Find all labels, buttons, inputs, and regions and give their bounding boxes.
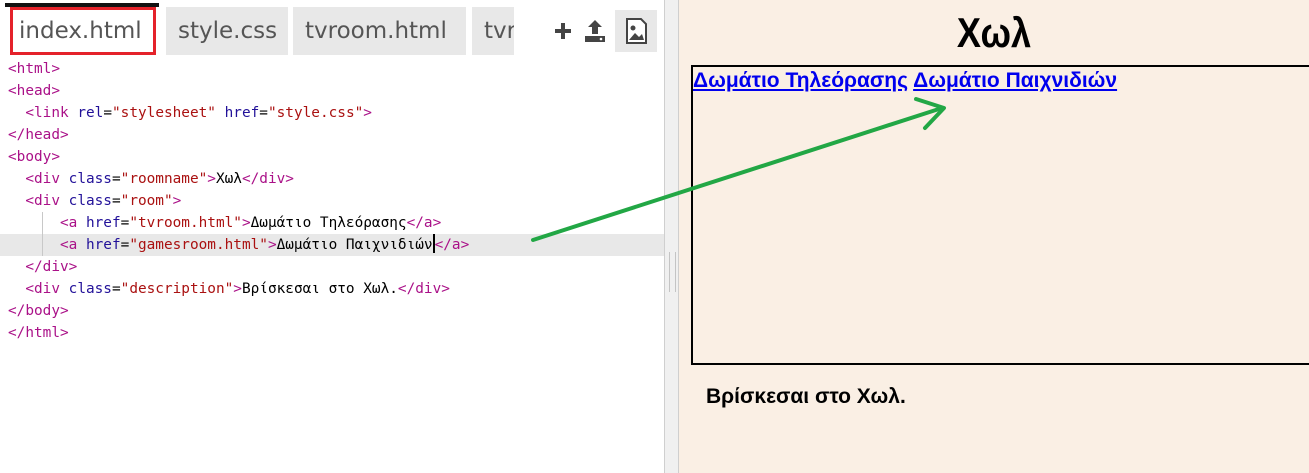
preview-roomname: Χωλ bbox=[956, 9, 1032, 56]
splitter-grip[interactable] bbox=[669, 252, 676, 292]
preview-room-box: Δωμάτιο Τηλεόρασης Δωμάτιο Παιχνιδιών bbox=[691, 65, 1309, 365]
tvroom-link[interactable]: Δωμάτιο Τηλεόρασης bbox=[693, 69, 908, 92]
gamesroom-link[interactable]: Δωμάτιο Παιχνιδιών bbox=[913, 69, 1117, 92]
code-area[interactable]: <html> <head> <link rel="stylesheet" href… bbox=[0, 58, 666, 344]
code-editor-pane: index.html style.css tvroom.html tvr <ht… bbox=[0, 0, 666, 473]
code-line[interactable]: <a href="gamesroom.html">Δωμάτιο Παιχνιδ… bbox=[0, 234, 666, 256]
tab-index-html[interactable]: index.html bbox=[10, 7, 156, 55]
preview-pane: Χωλ Δωμάτιο Τηλεόρασης Δωμάτιο Παιχνιδιώ… bbox=[679, 0, 1309, 473]
code-line[interactable]: </html> bbox=[0, 322, 666, 344]
code-line[interactable]: <div class="roomname">Χωλ</div> bbox=[0, 168, 666, 190]
code-line[interactable]: <head> bbox=[0, 80, 666, 102]
code-line[interactable]: <html> bbox=[0, 58, 666, 80]
pane-splitter[interactable] bbox=[664, 0, 679, 473]
code-line[interactable]: <div class="room"> bbox=[0, 190, 666, 212]
room-links: Δωμάτιο Τηλεόρασης Δωμάτιο Παιχνιδιών bbox=[693, 69, 1117, 93]
code-line[interactable]: </head> bbox=[0, 124, 666, 146]
upload-icon[interactable] bbox=[580, 14, 610, 48]
code-line[interactable]: <a href="tvroom.html">Δωμάτιο Τηλεόρασης… bbox=[0, 212, 666, 234]
code-line[interactable]: </body> bbox=[0, 300, 666, 322]
tab-style-css[interactable]: style.css bbox=[166, 7, 288, 55]
code-line[interactable]: <body> bbox=[0, 146, 666, 168]
image-icon bbox=[626, 18, 647, 44]
indent-guide bbox=[42, 212, 43, 234]
preview-description: Βρίσκεσαι στο Χωλ. bbox=[706, 385, 906, 408]
file-tab-bar: index.html style.css tvroom.html tvr bbox=[0, 0, 666, 58]
code-line[interactable]: <link rel="stylesheet" href="style.css"> bbox=[0, 102, 666, 124]
code-line[interactable]: </div> bbox=[0, 256, 666, 278]
code-line[interactable]: <div class="description">Βρίσκεσαι στο Χ… bbox=[0, 278, 666, 300]
plus-icon[interactable] bbox=[548, 14, 578, 48]
preview-button[interactable] bbox=[615, 10, 657, 52]
tab-tvroom-html[interactable]: tvroom.html bbox=[293, 7, 466, 55]
tab-truncated[interactable]: tvr bbox=[472, 7, 514, 55]
indent-guide bbox=[42, 234, 43, 256]
